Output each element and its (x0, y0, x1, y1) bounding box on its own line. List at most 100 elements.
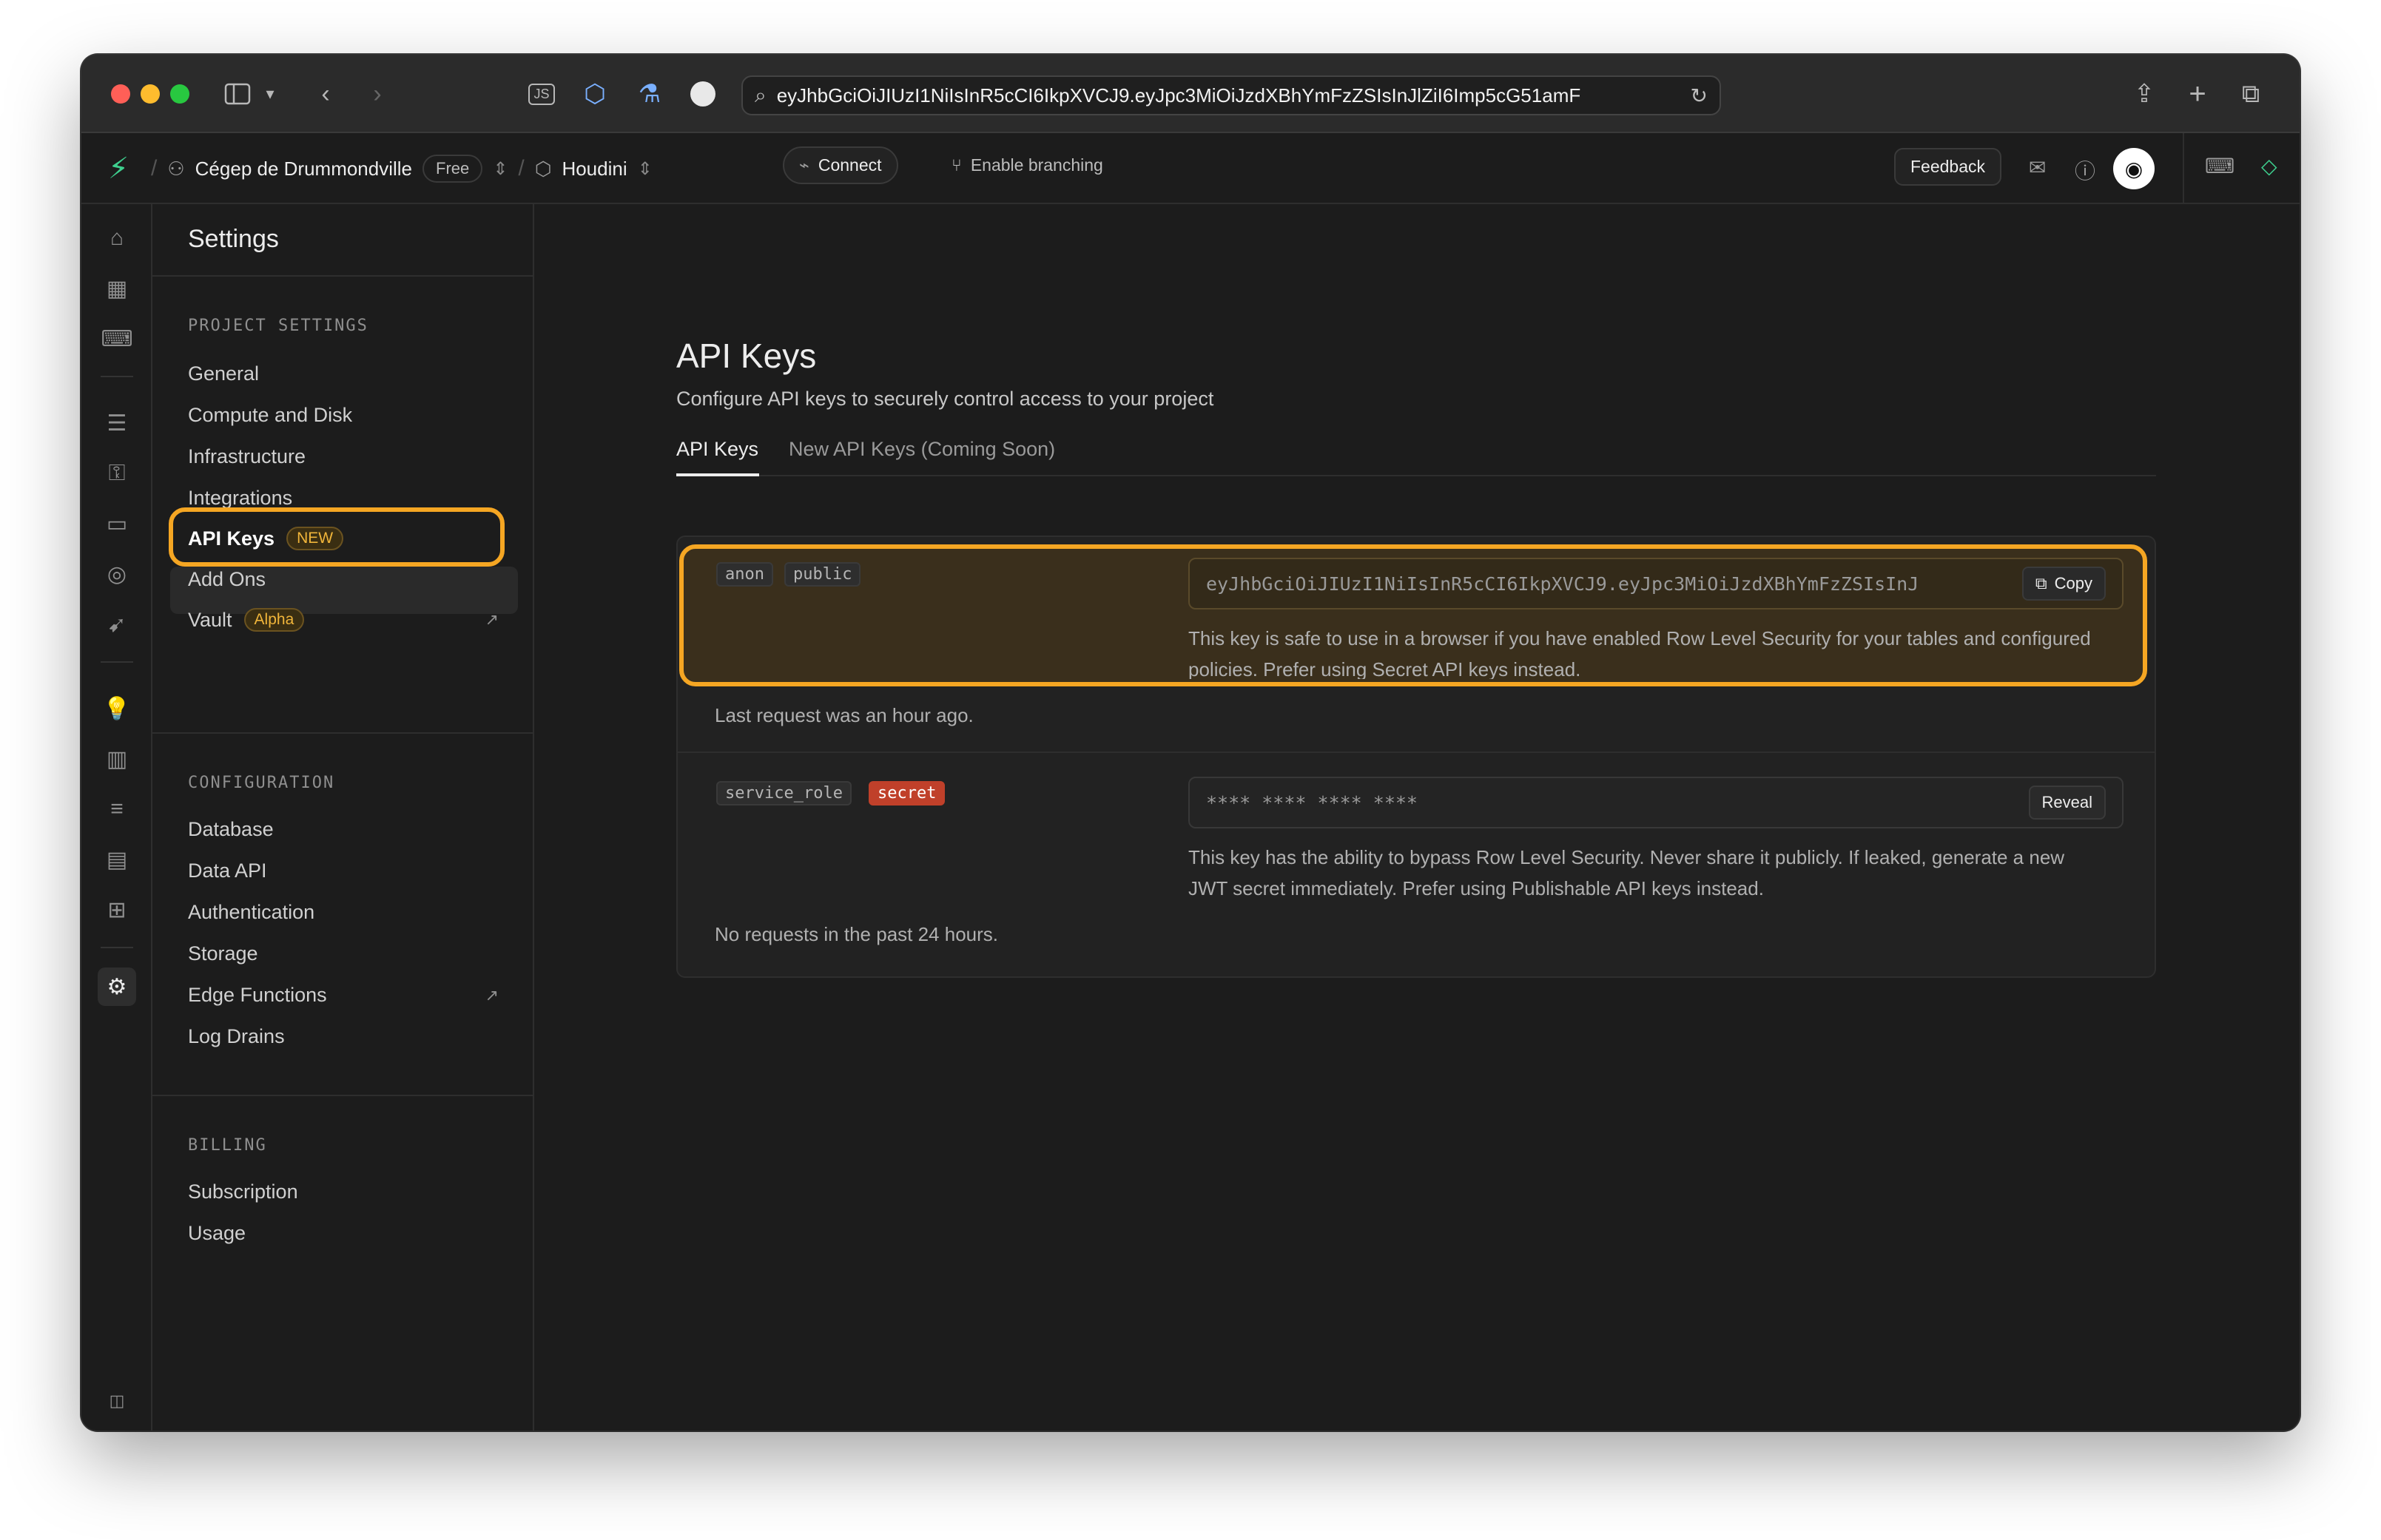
primary-nav-rail: ⌂ ▦ ⌨ ☰ ⚿ ▭ ◎ ➹ 💡 ▥ ≡ ▤ ⊞ ⚙ ◫ (81, 204, 152, 1431)
share-icon[interactable]: ⇪ (2128, 75, 2161, 112)
plan-badge: Free (422, 155, 483, 183)
edge-functions-icon[interactable]: ➹ (98, 605, 136, 644)
sidebar-item-add-ons[interactable]: Add Ons (188, 568, 499, 591)
reveal-button[interactable]: Reveal (2028, 786, 2106, 820)
sidebar-item-authentication[interactable]: Authentication (188, 901, 499, 924)
main-content: API Keys Configure API keys to securely … (534, 204, 2300, 1431)
sidebar-item-database[interactable]: Database (188, 818, 499, 841)
sidebar-item-data-api[interactable]: Data API (188, 860, 499, 882)
sidebar-item-log-drains[interactable]: Log Drains (188, 1025, 499, 1048)
search-icon: ⌕ (755, 83, 767, 107)
sidebar-item-label: Authentication (188, 901, 315, 923)
address-bar[interactable]: ⌕ eyJhbGciOiJIUzI1NiIsInR5cCI6IkpXVCJ9.e… (741, 75, 1721, 115)
sidebar-item-general[interactable]: General (188, 362, 499, 385)
sidebar-item-compute-and-disk[interactable]: Compute and Disk (188, 404, 499, 427)
sidebar-item-integrations[interactable]: Integrations (188, 487, 499, 510)
rail-divider (101, 947, 133, 948)
feedback-button[interactable]: Feedback (1894, 148, 2002, 186)
org-icon: ⚇ (167, 157, 185, 180)
supabase-logo-icon[interactable]: ⚡ (102, 152, 135, 185)
service-role-key-field[interactable]: **** **** **** **** Reveal (1188, 777, 2124, 828)
assistant-icon[interactable]: ◇ (2261, 154, 2277, 178)
org-switcher-chevron-icon[interactable]: ⇕ (493, 158, 508, 180)
enable-branching-button[interactable]: ⑂ Enable branching (952, 155, 1103, 175)
user-avatar[interactable]: ◉ (2113, 148, 2155, 189)
active-tab-underline (676, 473, 759, 476)
copy-label: Copy (2054, 574, 2092, 592)
connect-button[interactable]: ⌁ Connect (783, 146, 898, 184)
anon-key-field[interactable]: eyJhbGciOiJIUzI1NiIsInR5cCI6IkpXVCJ9.eyJ… (1188, 558, 2124, 609)
alpha-badge: Alpha (243, 608, 305, 632)
close-window-button[interactable] (111, 84, 130, 104)
auth-lock-icon[interactable]: ⚿ (98, 454, 136, 493)
help-icon[interactable]: ⓘ (2075, 155, 2095, 185)
external-link-icon: ↗ (485, 610, 499, 629)
copy-button[interactable]: ⧉ Copy (2021, 567, 2106, 601)
browser-toolbar: ▾ ‹ › JS ⬡ ⚗ ⌕ eyJhbGciOiJIUzI1NiIsInR5c… (81, 55, 2300, 133)
enable-branching-label: Enable branching (970, 155, 1103, 175)
js-extension-label: JS (528, 83, 555, 105)
anon-key-value[interactable]: eyJhbGciOiJIUzI1NiIsInR5cCI6IkpXVCJ9.eyJ… (1206, 573, 2022, 595)
breadcrumb: / ⚇ Cégep de Drummondville Free ⇕ / ⬡ Ho… (151, 133, 653, 204)
sidebar-divider (152, 732, 534, 734)
page-subtitle: Configure API keys to securely control a… (676, 388, 1214, 410)
sidebar-item-edge-functions[interactable]: Edge Functions ↗ (188, 984, 499, 1007)
anon-last-request: Last request was an hour ago. (715, 704, 974, 726)
new-tab-icon[interactable]: + (2181, 75, 2214, 112)
page-title: API Keys (676, 337, 817, 375)
anon-key-description: This key is safe to use in a browser if … (1188, 627, 2091, 679)
database-icon[interactable]: ☰ (98, 404, 136, 442)
api-keys-tabs: API Keys New API Keys (Coming Soon) (676, 432, 2156, 476)
tab-new-api-keys[interactable]: New API Keys (Coming Soon) (789, 438, 1055, 461)
cube-extension-icon[interactable]: ⬡ (579, 75, 611, 112)
js-extension-icon[interactable]: JS (525, 75, 558, 112)
project-switcher-chevron-icon[interactable]: ⇕ (638, 158, 653, 180)
chevron-down-icon[interactable]: ▾ (259, 75, 281, 112)
sidebar-item-infrastructure[interactable]: Infrastructure (188, 445, 499, 468)
plug-icon: ⌁ (799, 155, 809, 175)
realtime-icon[interactable]: ◎ (98, 555, 136, 593)
minimize-window-button[interactable] (141, 84, 160, 104)
api-keys-nav-highlight (169, 507, 505, 567)
table-editor-icon[interactable]: ▦ (98, 269, 136, 308)
logs-icon[interactable]: ≡ (98, 790, 136, 828)
sidebar-item-label: Subscription (188, 1181, 298, 1203)
branch-icon: ⑂ (952, 155, 962, 175)
project-name[interactable]: Houdini (562, 158, 627, 180)
tab-api-keys[interactable]: API Keys (676, 438, 758, 461)
settings-sidebar: Settings PROJECT SETTINGS General Comput… (152, 204, 534, 1431)
back-icon[interactable]: ‹ (311, 75, 340, 112)
rail-divider (101, 661, 133, 663)
collapse-sidebar-icon[interactable]: ◫ (98, 1382, 136, 1420)
service-role-last-request: No requests in the past 24 hours. (715, 923, 999, 945)
api-docs-icon[interactable]: ▤ (98, 840, 136, 879)
org-name[interactable]: Cégep de Drummondville (195, 158, 412, 180)
key-name-chip: service_role (716, 781, 852, 806)
reload-icon[interactable]: ↻ (1691, 84, 1708, 108)
sidebar-item-storage[interactable]: Storage (188, 942, 499, 965)
sidebar-item-label: Compute and Disk (188, 404, 353, 426)
sidebar-item-label: Storage (188, 942, 258, 965)
forward-icon[interactable]: › (363, 75, 392, 112)
home-icon[interactable]: ⌂ (98, 219, 136, 257)
advisors-icon[interactable]: 💡 (98, 689, 136, 728)
sidebar-item-label: Database (188, 818, 274, 840)
reports-icon[interactable]: ▥ (98, 740, 136, 778)
sidebar-item-subscription[interactable]: Subscription (188, 1181, 499, 1203)
sql-editor-icon[interactable]: ⌨ (98, 320, 136, 358)
service-role-key-description: This key has the ability to bypass Row L… (1188, 846, 2065, 899)
sidebar-item-vault[interactable]: Vault Alpha ↗ (188, 608, 499, 632)
url-text[interactable]: eyJhbGciOiJIUzI1NiIsInR5cCI6IkpXVCJ9.eyJ… (777, 84, 1680, 107)
storage-icon[interactable]: ▭ (98, 504, 136, 543)
integrations-icon[interactable]: ⊞ (98, 891, 136, 929)
flask-extension-icon[interactable]: ⚗ (633, 75, 666, 112)
sidebar-item-usage[interactable]: Usage (188, 1222, 499, 1245)
key-name-chip: anon (716, 562, 773, 587)
terminal-icon[interactable]: ⌨ (2205, 154, 2234, 178)
profile-extension-icon[interactable] (687, 75, 719, 112)
sidebar-toggle-icon[interactable] (219, 75, 256, 112)
settings-gear-icon[interactable]: ⚙ (98, 967, 136, 1006)
tab-overview-icon[interactable]: ⧉ (2234, 75, 2267, 112)
zoom-window-button[interactable] (170, 84, 189, 104)
inbox-icon[interactable]: ✉ (2029, 155, 2046, 180)
